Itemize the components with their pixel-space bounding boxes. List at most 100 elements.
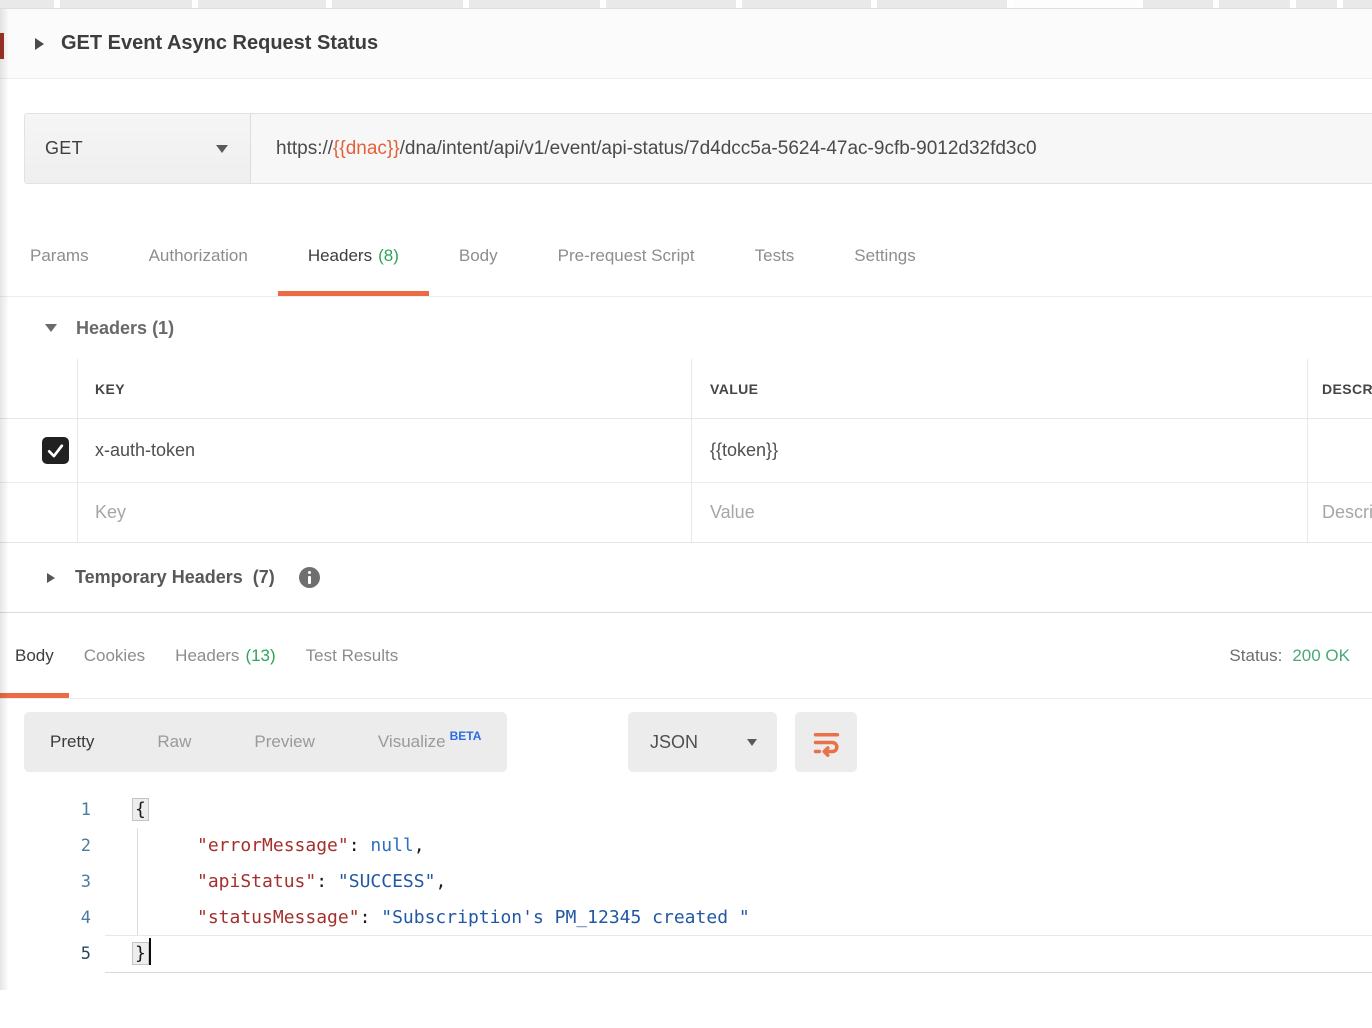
code-content: "errorMessage": null, bbox=[105, 828, 425, 864]
url-bar: GET https://{{dnac}}/dna/intent/api/v1/e… bbox=[24, 113, 1372, 184]
tab-count-badge: (8) bbox=[378, 246, 399, 266]
code-token bbox=[133, 900, 197, 936]
workspace-tab-active-fragment[interactable] bbox=[1013, 0, 1137, 8]
method-label: GET bbox=[45, 138, 83, 159]
request-tabs: Params Authorization Headers(8) Body Pre… bbox=[0, 215, 1372, 297]
tab-params[interactable]: Params bbox=[0, 215, 119, 296]
line-number: 4 bbox=[0, 900, 105, 936]
tab-label: Test Results bbox=[306, 646, 399, 666]
status-label: Status: bbox=[1229, 646, 1282, 666]
row-checkbox-cell bbox=[0, 483, 78, 542]
response-status: Status: 200 OK bbox=[1229, 613, 1350, 699]
tab-settings[interactable]: Settings bbox=[824, 215, 945, 296]
workspace-tab-fragment[interactable] bbox=[1219, 0, 1290, 8]
response-body-editor[interactable]: 1 { 2 "errorMessage": null, 3 "apiStatus… bbox=[0, 790, 1372, 990]
method-dropdown[interactable]: GET bbox=[25, 114, 251, 183]
response-tab-headers[interactable]: Headers(13) bbox=[160, 613, 291, 698]
workspace-tab-fragment[interactable] bbox=[1343, 0, 1372, 8]
response-tab-body[interactable]: Body bbox=[0, 613, 69, 698]
text-cursor bbox=[149, 938, 151, 965]
code-token: null bbox=[370, 835, 413, 856]
mode-raw[interactable]: Raw bbox=[157, 732, 191, 752]
tab-headers[interactable]: Headers(8) bbox=[278, 215, 429, 296]
postman-request-view: GET Event Async Request Status GET https… bbox=[0, 0, 1372, 1028]
code-token: } bbox=[133, 943, 148, 964]
line-number: 3 bbox=[0, 864, 105, 900]
mode-pretty[interactable]: Pretty bbox=[50, 732, 94, 752]
line-number: 1 bbox=[0, 792, 105, 828]
url-input[interactable]: https://{{dnac}}/dna/intent/api/v1/event… bbox=[251, 114, 1372, 183]
collapse-caret-down-icon[interactable] bbox=[45, 324, 57, 332]
workspace-tab-fragment[interactable] bbox=[60, 0, 192, 8]
workspace-tab-fragment[interactable] bbox=[1296, 0, 1337, 8]
wrap-text-button[interactable] bbox=[795, 712, 857, 772]
code-token: , bbox=[435, 871, 446, 892]
active-line-border-top bbox=[105, 935, 1372, 936]
value-column-header: VALUE bbox=[692, 359, 1308, 418]
code-token: , bbox=[414, 835, 425, 856]
key-placeholder[interactable]: Key bbox=[78, 483, 692, 542]
tab-body[interactable]: Body bbox=[429, 215, 528, 296]
left-edge-red-fragment bbox=[0, 33, 4, 59]
tab-label: Cookies bbox=[84, 646, 145, 666]
view-mode-group: Pretty Raw Preview VisualizeBETA bbox=[24, 712, 507, 772]
code-token bbox=[133, 828, 197, 864]
headers-section-count: (1) bbox=[152, 318, 174, 338]
code-token: "apiStatus" bbox=[197, 871, 316, 892]
header-description-cell[interactable] bbox=[1308, 419, 1372, 482]
code-token: "Subscription's PM_12345 created " bbox=[381, 907, 749, 928]
response-tab-test-results[interactable]: Test Results bbox=[291, 613, 414, 698]
tab-label: Body bbox=[15, 646, 54, 666]
chevron-down-icon bbox=[216, 145, 228, 153]
workspace-tab-fragment[interactable] bbox=[198, 0, 326, 8]
tab-label: Params bbox=[30, 246, 89, 266]
workspace-tab-strip bbox=[0, 0, 1372, 9]
row-checkbox-checked[interactable] bbox=[42, 437, 69, 464]
workspace-tab-fragment[interactable] bbox=[469, 0, 600, 8]
workspace-tab-fragment[interactable] bbox=[742, 0, 871, 8]
table-header-row: KEY VALUE DESCRIPTION bbox=[0, 359, 1372, 418]
mode-preview[interactable]: Preview bbox=[254, 732, 314, 752]
active-line-border-bottom bbox=[105, 972, 1372, 973]
code-line: 4 "statusMessage": "Subscription's PM_12… bbox=[0, 900, 1372, 936]
workspace-tab-fragment[interactable] bbox=[606, 0, 736, 8]
code-token: : bbox=[349, 835, 371, 856]
indent-guide bbox=[137, 828, 138, 936]
tab-label: Settings bbox=[854, 246, 915, 266]
code-line: 2 "errorMessage": null, bbox=[0, 828, 1372, 864]
mode-label: Visualize bbox=[378, 732, 446, 751]
tab-authorization[interactable]: Authorization bbox=[119, 215, 278, 296]
collapse-caret-icon[interactable] bbox=[35, 38, 44, 50]
description-placeholder[interactable]: Description bbox=[1308, 483, 1372, 542]
code-token: : bbox=[360, 907, 382, 928]
workspace-tab-fragment[interactable] bbox=[332, 0, 463, 8]
temporary-headers-title: Temporary Headers (7) bbox=[75, 567, 275, 588]
format-dropdown[interactable]: JSON bbox=[628, 712, 777, 772]
code-content: "statusMessage": "Subscription's PM_1234… bbox=[105, 900, 750, 936]
tab-pre-request-script[interactable]: Pre-request Script bbox=[528, 215, 725, 296]
headers-section-header: Headers (1) bbox=[0, 297, 1372, 359]
code-content: } bbox=[105, 936, 151, 972]
value-placeholder[interactable]: Value bbox=[692, 483, 1308, 542]
header-key-cell[interactable]: x-auth-token bbox=[78, 419, 692, 482]
tab-tests[interactable]: Tests bbox=[725, 215, 825, 296]
workspace-tab-fragment[interactable] bbox=[0, 0, 54, 8]
table-row: x-auth-token {{token}} bbox=[0, 418, 1372, 482]
table-placeholder-row: Key Value Description bbox=[0, 482, 1372, 543]
response-tab-cookies[interactable]: Cookies bbox=[69, 613, 160, 698]
collapse-caret-icon[interactable] bbox=[47, 573, 55, 583]
line-number: 5 bbox=[0, 936, 105, 972]
temporary-headers-count: (7) bbox=[253, 567, 275, 587]
workspace-tab-fragment[interactable] bbox=[1143, 0, 1213, 8]
info-icon[interactable] bbox=[299, 567, 320, 588]
workspace-tab-fragment[interactable] bbox=[877, 0, 1007, 8]
url-environment-variable: {{dnac}} bbox=[333, 138, 400, 160]
tab-label: Authorization bbox=[149, 246, 248, 266]
request-title-bar: GET Event Async Request Status bbox=[0, 9, 1372, 79]
code-content: { bbox=[105, 792, 148, 828]
headers-table: KEY VALUE DESCRIPTION x-auth-token {{tok… bbox=[0, 359, 1372, 543]
code-token: { bbox=[133, 799, 148, 820]
header-value-cell[interactable]: {{token}} bbox=[692, 419, 1308, 482]
wrap-text-icon bbox=[811, 727, 842, 758]
mode-visualize[interactable]: VisualizeBETA bbox=[378, 732, 482, 752]
